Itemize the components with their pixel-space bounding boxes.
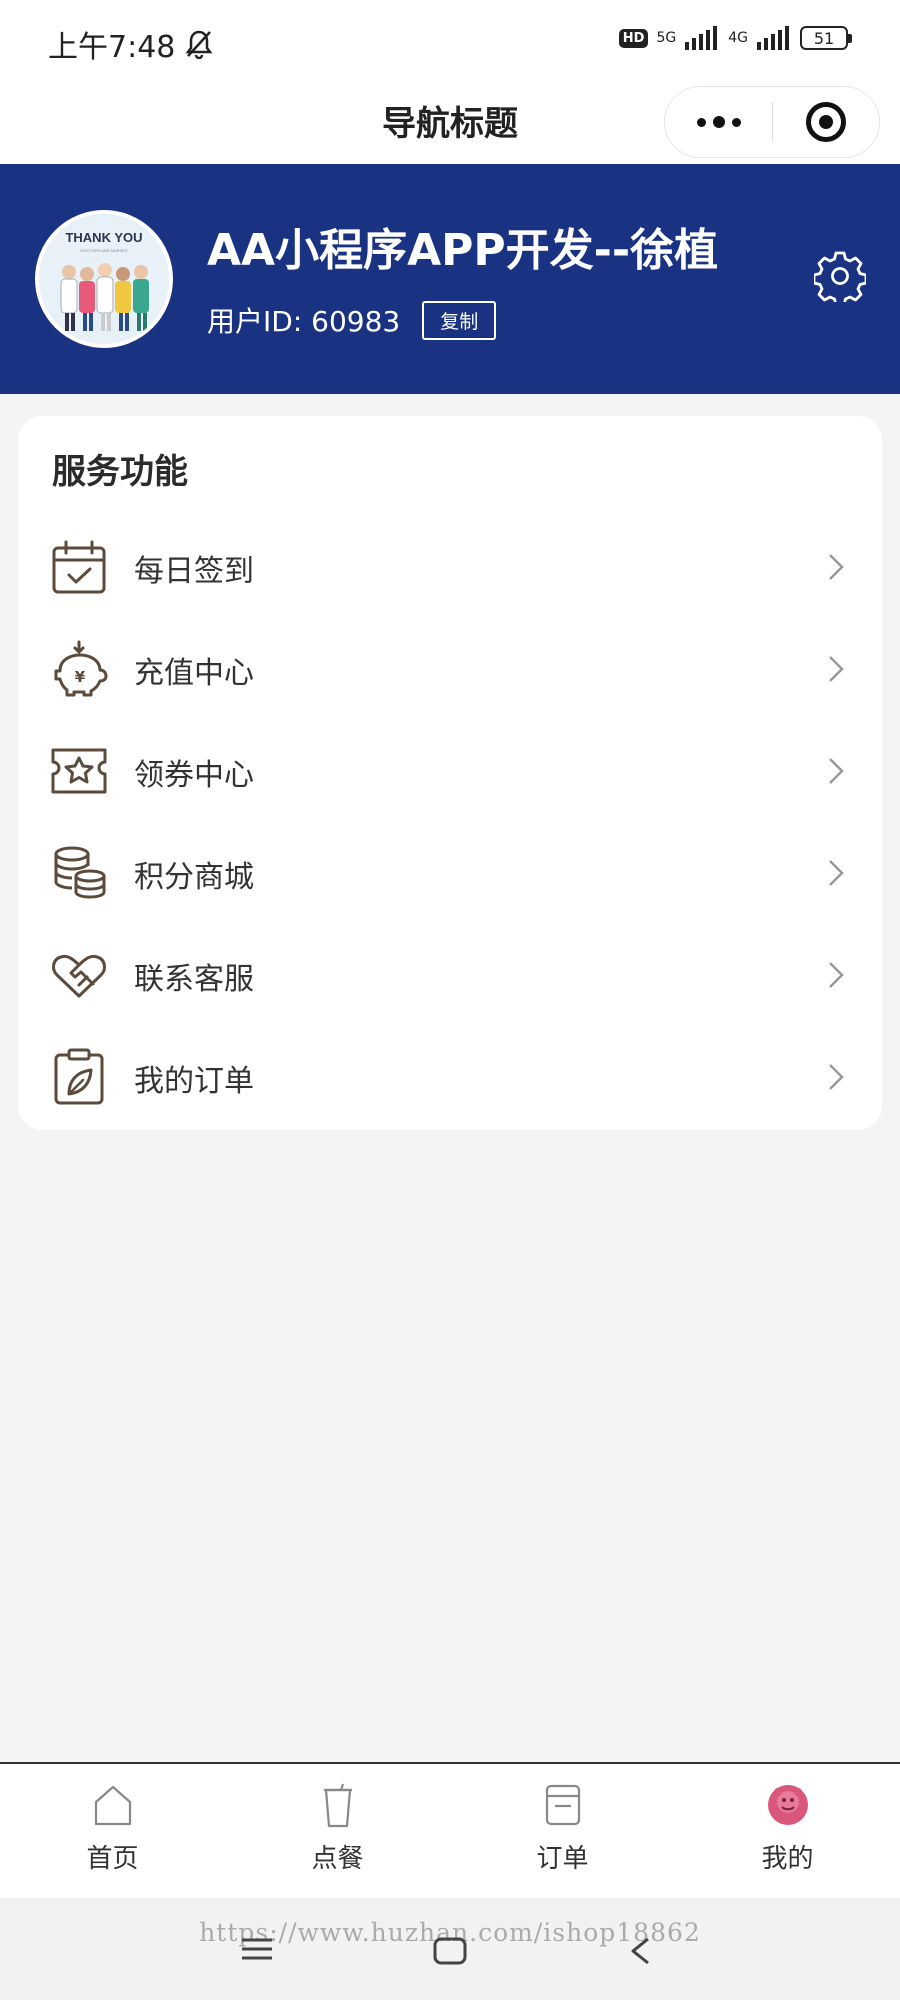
clipboard-leaf-icon — [54, 1048, 104, 1105]
tab-label: 我的 — [761, 1844, 814, 1874]
menu-item-label: 领券中心 — [134, 758, 254, 793]
avatar-illustration: THANK YOU DOCTORS AND NURSES — [39, 214, 169, 344]
chevron-right-icon — [829, 656, 844, 682]
tab-orders[interactable]: 订单 — [450, 1764, 675, 1898]
profile-icon — [767, 1785, 808, 1825]
piggy-bank-icon: ¥ — [54, 640, 108, 697]
bell-off-icon — [185, 30, 213, 59]
menu-item-label: 联系客服 — [134, 962, 254, 997]
close-miniprogram-button[interactable] — [773, 87, 879, 157]
status-time: 上午7:48 — [48, 30, 176, 65]
copy-button[interactable]: 复制 — [422, 300, 497, 340]
menu-item-my-orders[interactable]: 我的订单 — [18, 1026, 882, 1128]
chevron-right-icon — [829, 860, 844, 886]
calendar-check-icon — [52, 540, 106, 594]
gear-icon[interactable] — [814, 250, 866, 302]
order-icon — [545, 1784, 580, 1826]
status-bar: 上午7:48 HD 5G 4G 51 — [0, 0, 900, 82]
menu-item-label: 我的订单 — [134, 1064, 254, 1099]
heart-handshake-icon — [52, 954, 106, 998]
chevron-right-icon — [829, 554, 844, 580]
user-id: 用户ID: 60983 — [207, 305, 401, 338]
tab-mine[interactable]: 我的 — [675, 1764, 900, 1898]
menu-item-label: 积分商城 — [134, 860, 254, 895]
system-navigation-bar: https://www.huzhan.com/ishop18862 — [0, 1898, 900, 2000]
hd-badge: HD — [618, 28, 649, 48]
tab-label: 首页 — [86, 1844, 139, 1874]
signal-icon — [685, 26, 718, 50]
menu-item-daily-checkin[interactable]: 每日签到 — [18, 516, 882, 618]
menu-item-recharge[interactable]: ¥ 充值中心 — [18, 618, 882, 720]
menu-item-label: 每日签到 — [134, 554, 254, 589]
user-id-row: 用户ID: 60983 复制 — [207, 300, 497, 340]
target-icon — [805, 102, 846, 142]
profile-header: THANK YOU DOCTORS AND NURSES AA小程序APP开发-… — [0, 164, 900, 394]
coins-icon — [54, 846, 106, 899]
svg-text:DOCTORS AND NURSES: DOCTORS AND NURSES — [80, 248, 127, 253]
tab-bar: 首页 点餐 订单 我的 — [0, 1762, 900, 1898]
services-card: 服务功能 每日签到 ¥ 充值中心 领券中心 积分商城 联系客服 我的订单 — [18, 416, 882, 1130]
tab-home[interactable]: 首页 — [0, 1764, 225, 1898]
services-title: 服务功能 — [52, 452, 188, 492]
cup-icon — [323, 1783, 352, 1828]
menu-item-label: 充值中心 — [134, 656, 254, 691]
capsule-menu — [664, 86, 880, 158]
network-5g-label: 5G — [656, 30, 677, 46]
tab-order-food[interactable]: 点餐 — [225, 1764, 450, 1898]
menu-icon[interactable] — [240, 1936, 274, 1962]
battery-level: 51 — [813, 28, 835, 48]
status-indicators: HD 5G 4G 51 — [618, 26, 852, 50]
chevron-right-icon — [829, 758, 844, 784]
home-button-icon[interactable] — [432, 1936, 468, 1966]
more-options-button[interactable] — [665, 87, 772, 157]
svg-text:¥: ¥ — [75, 668, 86, 686]
battery-icon: 51 — [800, 26, 852, 50]
back-icon[interactable] — [628, 1936, 652, 1966]
tab-label: 点餐 — [311, 1844, 364, 1874]
svg-text:THANK YOU: THANK YOU — [65, 230, 142, 245]
network-4g-label: 4G — [728, 30, 748, 46]
username: AA小程序APP开发--徐植 — [207, 225, 719, 276]
coupon-icon — [51, 748, 107, 794]
tab-label: 订单 — [536, 1844, 589, 1874]
menu-item-points-mall[interactable]: 积分商城 — [18, 822, 882, 924]
nav-bar: 导航标题 — [0, 82, 900, 164]
signal-icon-2 — [757, 26, 789, 50]
menu-item-customer-service[interactable]: 联系客服 — [18, 924, 882, 1026]
avatar[interactable]: THANK YOU DOCTORS AND NURSES — [35, 210, 173, 348]
chevron-right-icon — [829, 962, 844, 988]
home-icon — [94, 1785, 131, 1826]
status-time-group: 上午7:48 — [48, 22, 213, 66]
chevron-right-icon — [829, 1064, 844, 1090]
menu-item-coupons[interactable]: 领券中心 — [18, 720, 882, 822]
